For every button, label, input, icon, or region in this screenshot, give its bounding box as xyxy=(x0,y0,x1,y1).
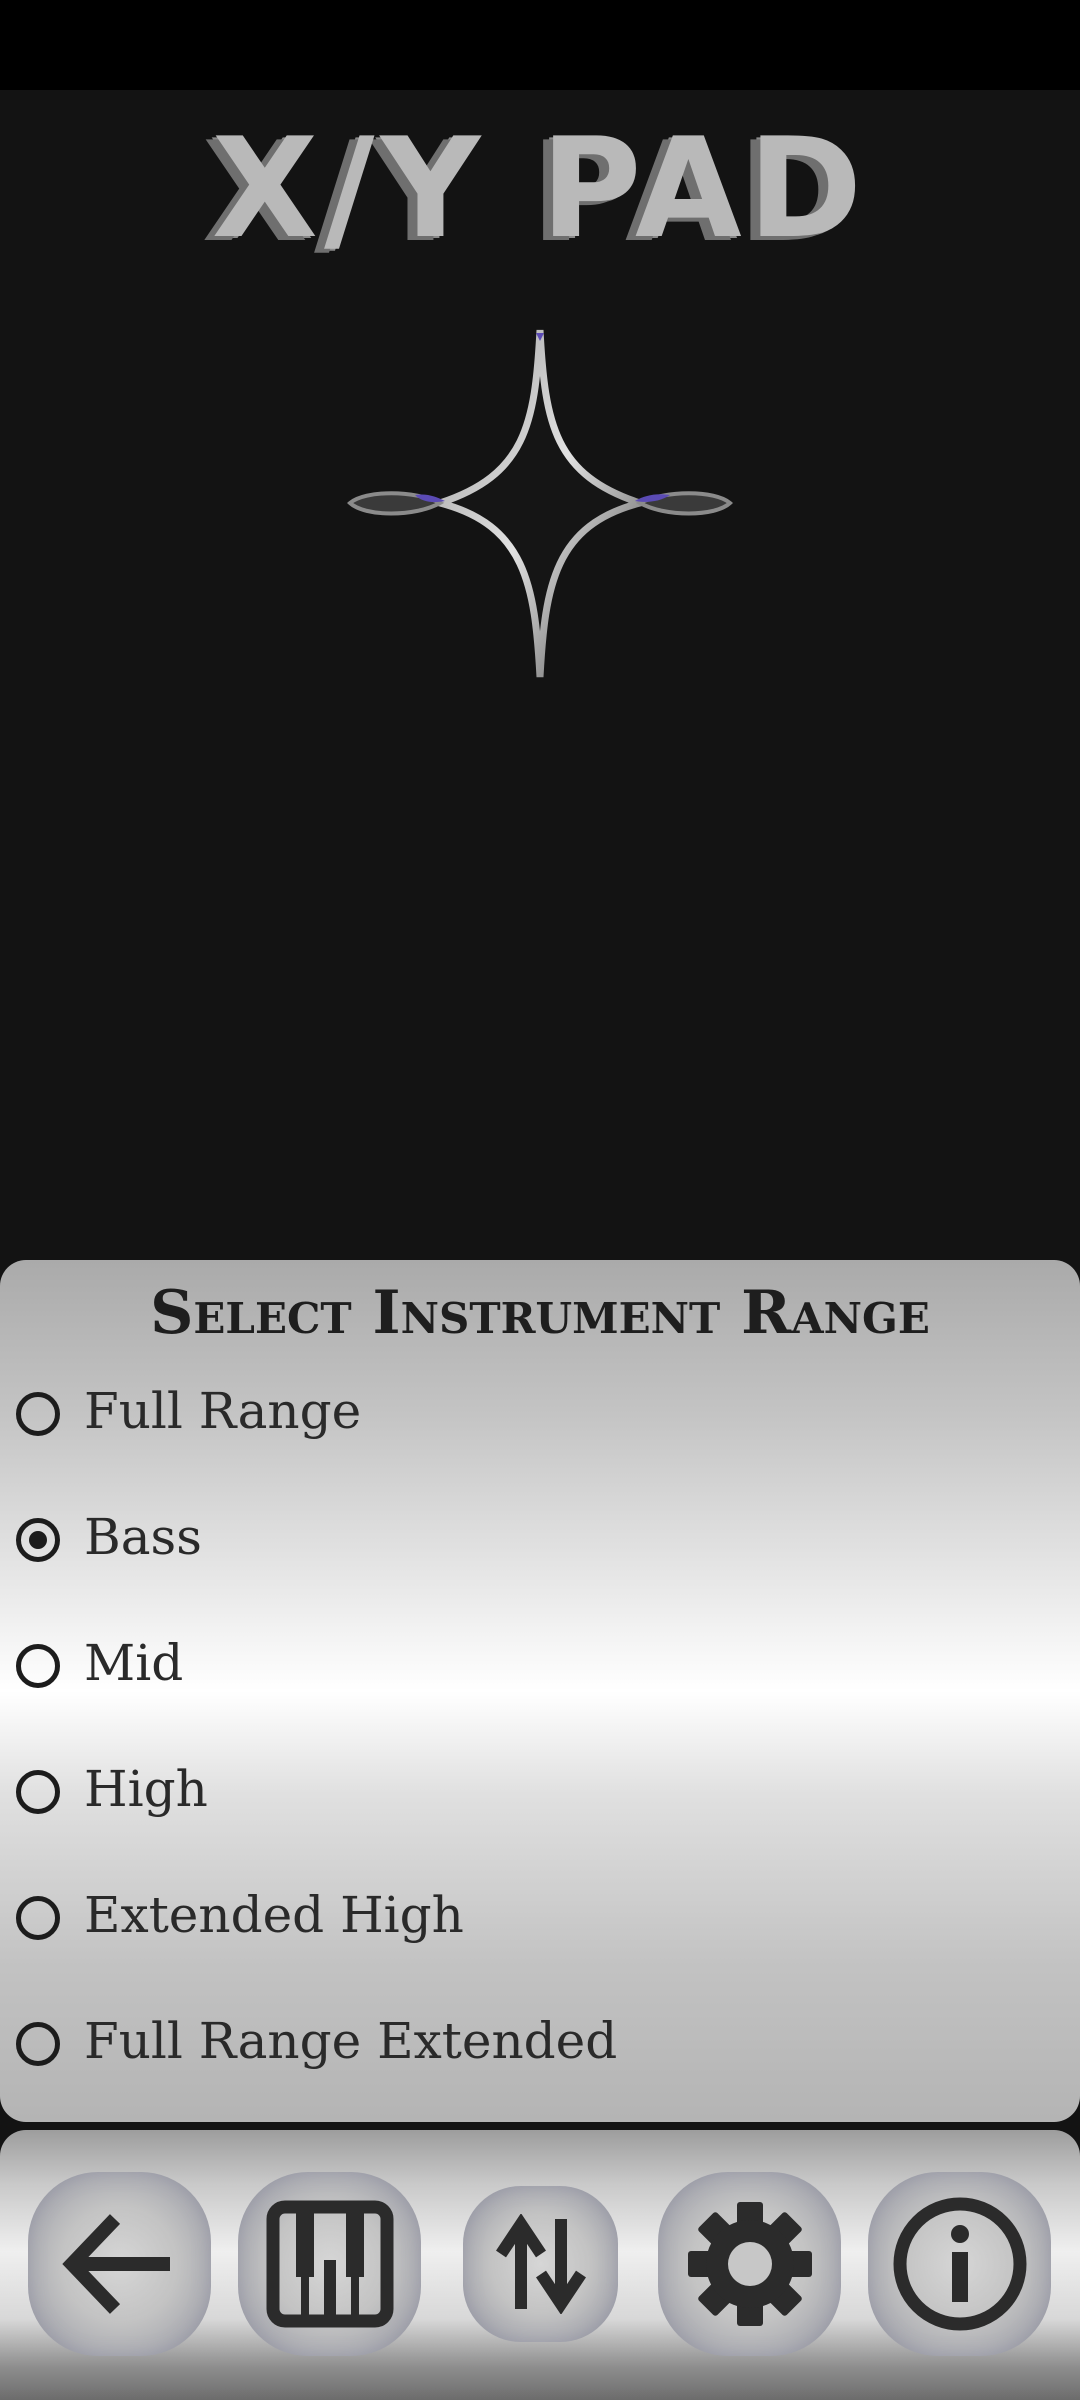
back-arrow-icon xyxy=(61,2214,170,2314)
range-option-label: Mid xyxy=(84,1634,184,1692)
range-option-mid[interactable]: Mid xyxy=(0,1616,1080,1726)
swap-vertical-icon xyxy=(495,2214,586,2314)
radio-button-selected[interactable] xyxy=(16,1518,60,1562)
range-option-label: Extended High xyxy=(84,1886,464,1944)
radio-button[interactable] xyxy=(16,1770,60,1814)
keyboard-button[interactable] xyxy=(238,2172,421,2356)
info-button[interactable] xyxy=(868,2172,1051,2356)
range-option-label: High xyxy=(84,1760,208,1818)
sheet-title: Select Instrument Range xyxy=(150,1278,930,1348)
radio-button[interactable] xyxy=(16,1644,60,1688)
back-button[interactable] xyxy=(28,2172,211,2356)
range-option-full-range-extended[interactable]: Full Range Extended xyxy=(0,1994,1080,2104)
range-option-full-range[interactable]: Full Range xyxy=(0,1364,1080,1474)
range-option-label: Full Range xyxy=(84,1382,362,1440)
info-icon xyxy=(893,2197,1026,2331)
gear-icon xyxy=(687,2202,812,2326)
range-option-bass[interactable]: Bass xyxy=(0,1490,1080,1600)
range-option-high[interactable]: High xyxy=(0,1742,1080,1852)
range-option-label: Full Range Extended xyxy=(84,2012,618,2070)
range-option-label: Bass xyxy=(84,1508,202,1566)
range-option-extended-high[interactable]: Extended High xyxy=(0,1868,1080,1978)
radio-button[interactable] xyxy=(16,2022,60,2066)
range-swap-button[interactable] xyxy=(463,2186,618,2342)
xy-pad-cursor-star[interactable] xyxy=(345,325,735,685)
status-bar xyxy=(0,0,1080,90)
settings-button[interactable] xyxy=(658,2172,841,2356)
radio-button[interactable] xyxy=(16,1896,60,1940)
radio-button[interactable] xyxy=(16,1392,60,1436)
app-title: X/Y PAD xyxy=(211,108,869,269)
piano-keys-icon xyxy=(266,2200,393,2328)
